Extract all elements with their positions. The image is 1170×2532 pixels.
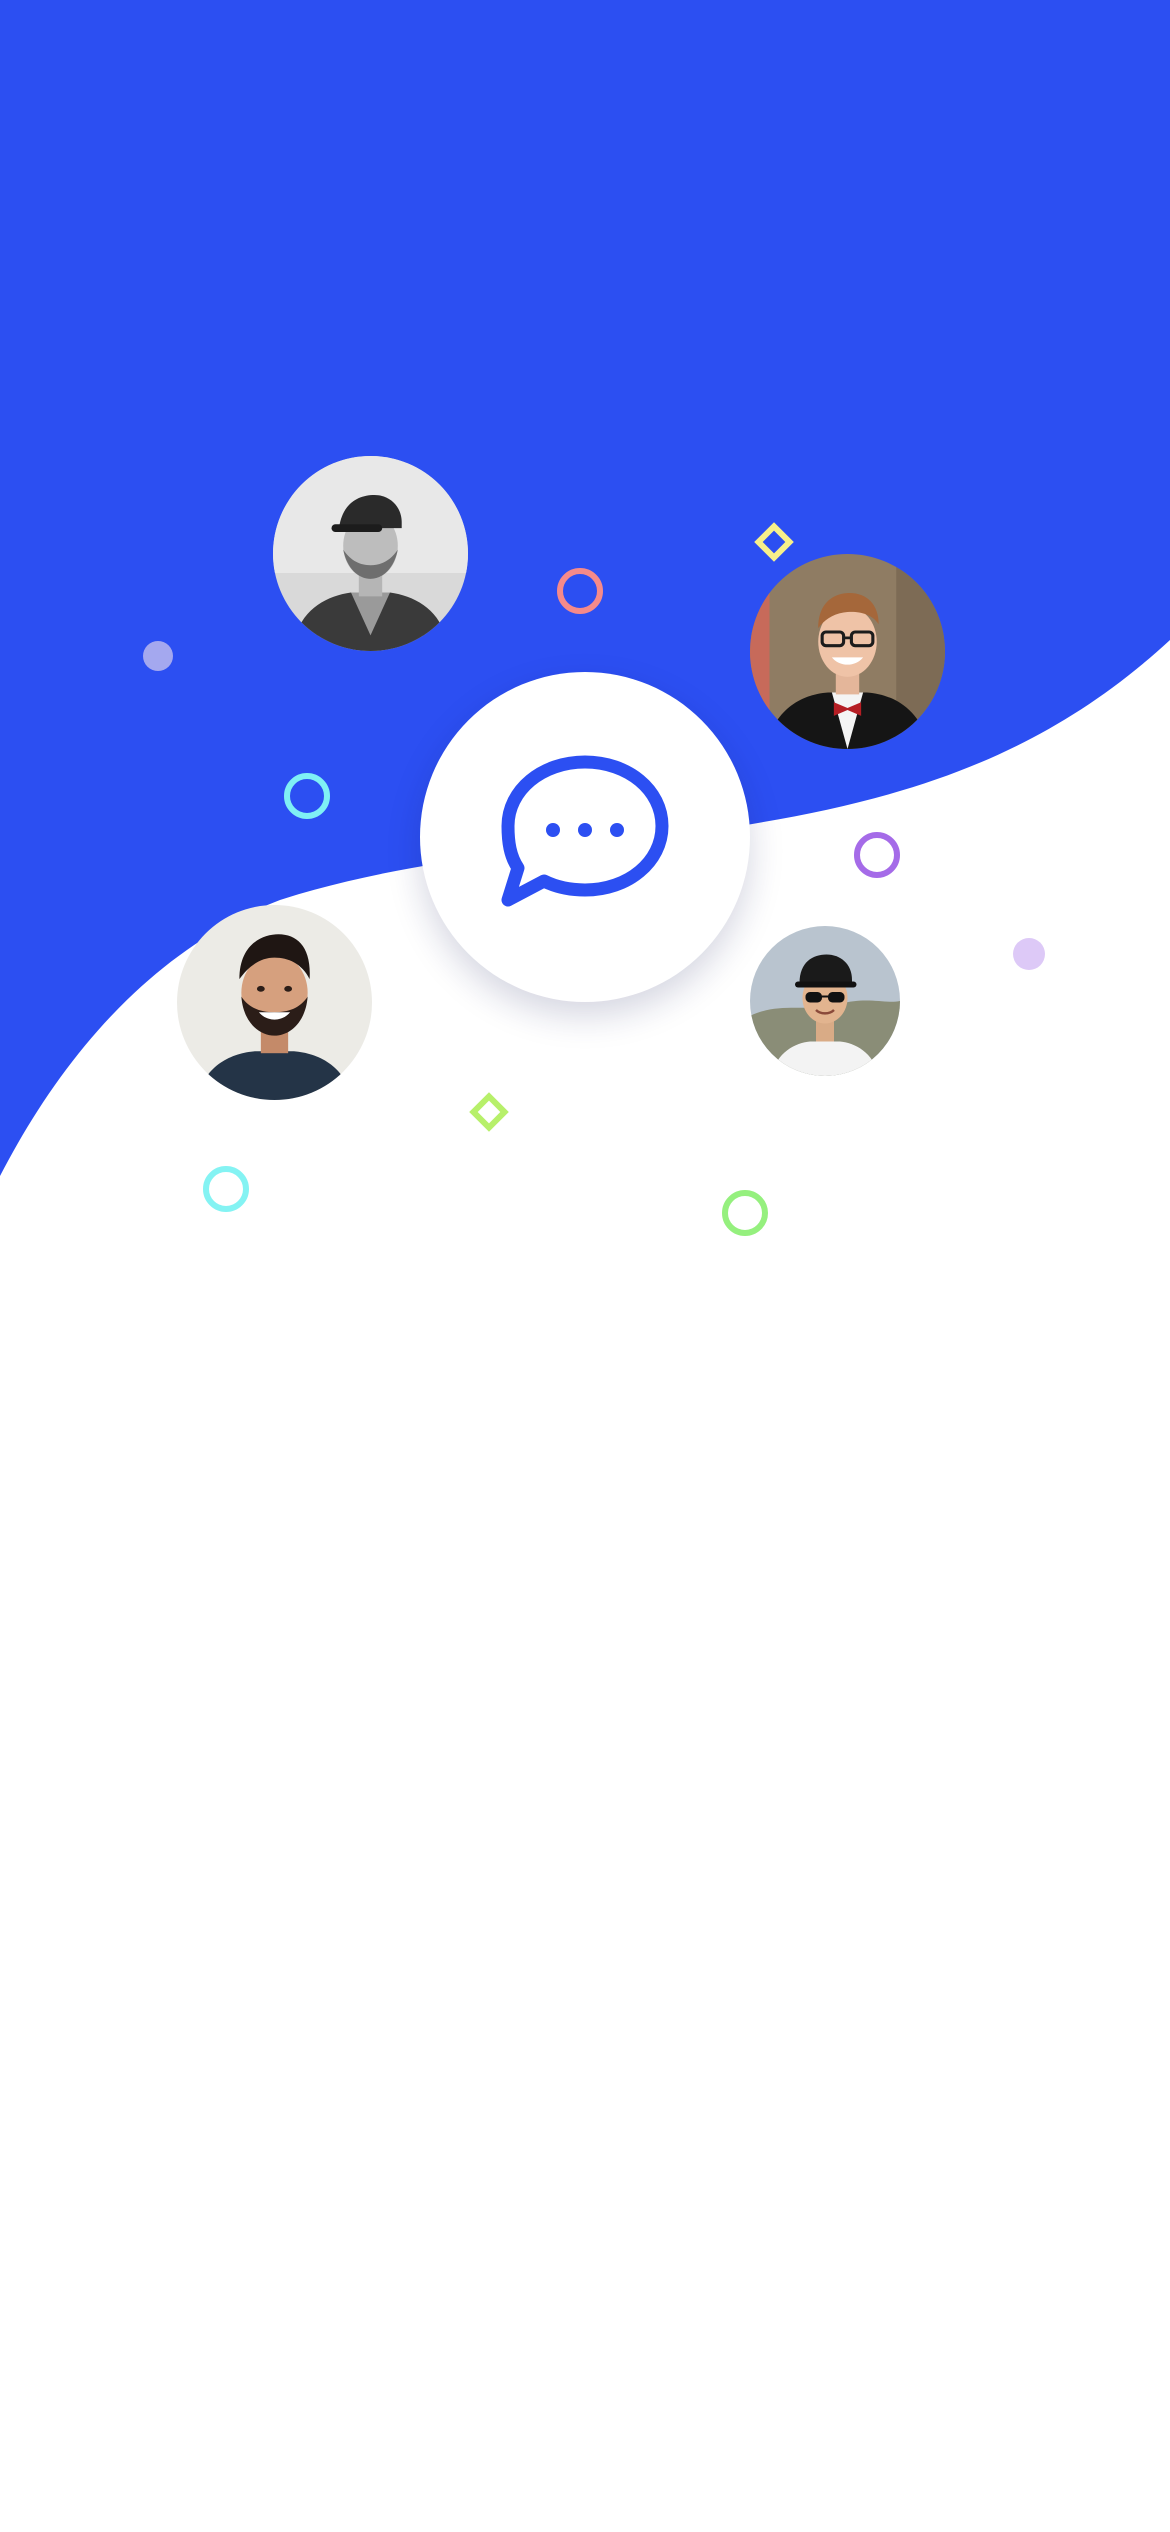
avatar-person-glasses-bowtie: [750, 554, 945, 749]
avatar-person-cap-sunglasses: [750, 926, 900, 1076]
decorative-ring: [203, 1166, 249, 1212]
chat-bubble-ellipsis-icon: [501, 755, 669, 907]
decorative-dot: [143, 641, 173, 671]
decorative-ring: [557, 568, 603, 614]
avatar-person-smiling-beard: [177, 905, 372, 1100]
decorative-ring: [284, 773, 330, 819]
decorative-ring: [722, 1190, 768, 1236]
avatar-person-cap-grey-jacket: [273, 456, 468, 651]
onboarding-screen: [0, 0, 1170, 2532]
decorative-dot: [1013, 938, 1045, 970]
chat-hub-circle: [420, 672, 750, 1002]
decorative-ring: [854, 832, 900, 878]
